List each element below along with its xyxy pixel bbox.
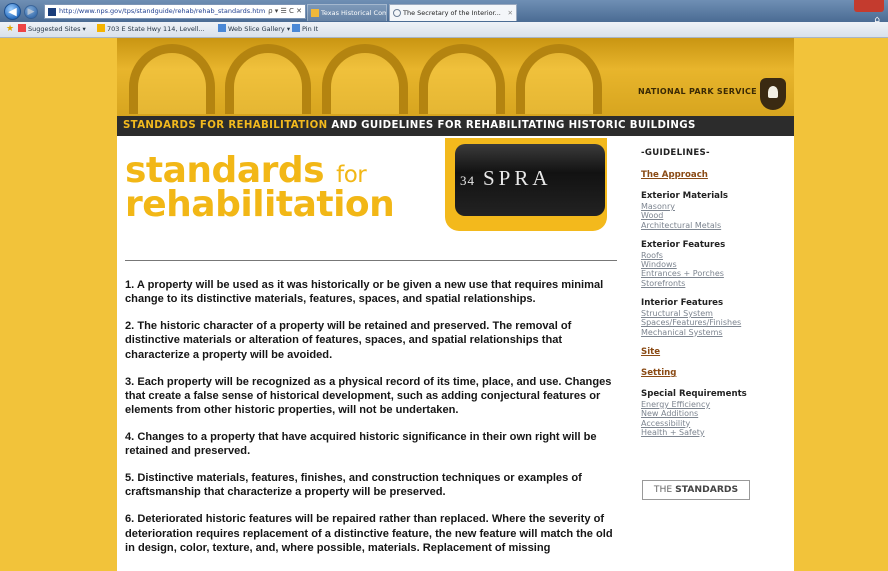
- tab-label: The Secretary of the Interior...: [403, 9, 501, 17]
- site-icon: [48, 8, 56, 16]
- address-actions[interactable]: ρ ▾ ☰ C ✕: [268, 5, 302, 18]
- link-windows[interactable]: Windows: [641, 260, 791, 269]
- star-icon[interactable]: ★: [6, 22, 14, 37]
- pin-it-icon: [292, 24, 300, 32]
- tab-texas-historical[interactable]: Texas Historical Commission: [307, 4, 387, 21]
- suggested-sites-icon: [18, 24, 26, 32]
- hero-title: standards for rehabilitation: [125, 153, 395, 223]
- agency-name: NATIONAL PARK SERVICE: [638, 87, 757, 96]
- photo-number: 34: [460, 173, 475, 188]
- banner-arch: [129, 44, 215, 114]
- link-setting[interactable]: Setting: [641, 368, 791, 378]
- web-slice-icon: [218, 24, 226, 32]
- standard-3: 3. Each property will be recognized as a…: [125, 375, 612, 417]
- exterior-materials-title: Exterior Materials: [641, 191, 728, 201]
- link-mechanical-systems[interactable]: Mechanical Systems: [641, 328, 791, 337]
- nps-branding[interactable]: NATIONAL PARK SERVICE: [638, 78, 786, 112]
- interior-features-title: Interior Features: [641, 298, 724, 309]
- favorite-web-slice[interactable]: Web Slice Gallery ▾: [218, 22, 290, 37]
- link-masonry[interactable]: Masonry: [641, 202, 791, 211]
- link-wood[interactable]: Wood: [641, 211, 791, 220]
- tab-close-icon[interactable]: ✕: [508, 5, 513, 21]
- link-architectural-metals[interactable]: Architectural Metals: [641, 221, 791, 230]
- link-entrances-porches[interactable]: Entrances + Porches: [641, 269, 791, 278]
- forward-icon[interactable]: ▶: [24, 5, 38, 19]
- special-requirements-group: Special Requirements Energy Efficiency N…: [641, 389, 791, 437]
- standard-1: 1. A property will be used as it was his…: [125, 279, 604, 306]
- link-storefronts[interactable]: Storefronts: [641, 279, 791, 288]
- link-spaces-features-finishes[interactable]: Spaces/Features/Finishes: [641, 318, 791, 327]
- favorite-address[interactable]: 703 E State Hwy 114, Levell...: [97, 22, 205, 37]
- link-site[interactable]: Site: [641, 347, 791, 357]
- guidelines-sidebar: -GUIDELINES- The Approach Exterior Mater…: [641, 148, 791, 447]
- divider: [125, 260, 617, 261]
- link-roofs[interactable]: Roofs: [641, 251, 791, 260]
- standard-2: 2. The historic character of a property …: [125, 320, 572, 361]
- exterior-materials-group: Exterior Materials Masonry Wood Architec…: [641, 191, 791, 230]
- address-url: http://www.nps.gov/tps/standguide/rehab/…: [59, 7, 266, 15]
- standard-6: 6. Deteriorated historic features will b…: [125, 513, 613, 554]
- hero-line-2: rehabilitation: [125, 184, 395, 225]
- banner-arch: [225, 44, 311, 114]
- link-new-additions[interactable]: New Additions: [641, 409, 791, 418]
- nps-arrowhead-icon[interactable]: [760, 78, 786, 110]
- tab-loading-icon: [393, 9, 401, 17]
- banner: NATIONAL PARK SERVICE: [117, 38, 794, 116]
- standard-5: 5. Distinctive materials, features, fini…: [125, 472, 582, 499]
- photo-sign: 34 SPRA: [460, 166, 552, 191]
- tab-secretary-interior[interactable]: The Secretary of the Interior... ✕: [389, 4, 517, 21]
- special-requirements-title: Special Requirements: [641, 388, 747, 399]
- storefront-photo: 34 SPRA: [455, 144, 605, 216]
- favorite-suggested-sites[interactable]: Suggested Sites ▾: [18, 22, 86, 37]
- hero: standards for rehabilitation 34 SPRA: [117, 136, 622, 236]
- favorite-label: 703 E State Hwy 114, Levell...: [107, 25, 205, 33]
- map-pin-icon: [97, 24, 105, 32]
- exterior-features-title: Exterior Features: [641, 239, 726, 250]
- button-bold: STANDARDS: [675, 484, 739, 495]
- banner-arch: [322, 44, 408, 114]
- banner-arch: [419, 44, 505, 114]
- standard-4: 4. Changes to a property that have acqui…: [125, 431, 597, 458]
- favorite-pin-it[interactable]: Pin It: [292, 22, 318, 37]
- browser-chrome: ◀ ▶ http://www.nps.gov/tps/standguide/re…: [0, 0, 888, 38]
- title-highlight: STANDARDS FOR REHABILITATION: [123, 120, 328, 131]
- link-accessibility[interactable]: Accessibility: [641, 419, 791, 428]
- link-structural-system[interactable]: Structural System: [641, 309, 791, 318]
- tab-label: Texas Historical Commission: [321, 9, 386, 17]
- address-bar[interactable]: http://www.nps.gov/tps/standguide/rehab/…: [44, 4, 306, 19]
- standards-list: 1. A property will be used as it was his…: [125, 278, 619, 568]
- window-close-button[interactable]: [854, 0, 884, 12]
- favorite-label: Suggested Sites ▾: [28, 25, 86, 33]
- link-the-approach[interactable]: The Approach: [641, 170, 791, 180]
- interior-features-group: Interior Features Structural System Spac…: [641, 298, 791, 337]
- photo-letters: SPRA: [483, 166, 552, 190]
- exterior-features-group: Exterior Features Roofs Windows Entrance…: [641, 240, 791, 288]
- main-content: standards for rehabilitation 34 SPRA 1. A…: [117, 136, 622, 571]
- title-row: ◀ ▶ http://www.nps.gov/tps/standguide/re…: [0, 0, 888, 25]
- title-rest: AND GUIDELINES FOR REHABILITATING HISTOR…: [327, 120, 696, 131]
- the-standards-button[interactable]: THE STANDARDS: [642, 480, 750, 500]
- button-prefix: THE: [653, 484, 673, 495]
- favorite-label: Web Slice Gallery ▾: [228, 25, 291, 33]
- banner-arch: [516, 44, 602, 114]
- page: NATIONAL PARK SERVICE STANDARDS FOR REHA…: [117, 38, 794, 571]
- favorite-label: Pin It: [302, 25, 319, 33]
- guidelines-heading: -GUIDELINES-: [641, 148, 710, 158]
- favorites-bar: ★ Suggested Sites ▾ 703 E State Hwy 114,…: [0, 22, 888, 38]
- link-energy-efficiency[interactable]: Energy Efficiency: [641, 400, 791, 409]
- tab-favicon-icon: [311, 9, 319, 17]
- link-health-safety[interactable]: Health + Safety: [641, 428, 791, 437]
- page-title-bar: STANDARDS FOR REHABILITATION AND GUIDELI…: [117, 116, 794, 136]
- back-icon[interactable]: ◀: [4, 3, 21, 20]
